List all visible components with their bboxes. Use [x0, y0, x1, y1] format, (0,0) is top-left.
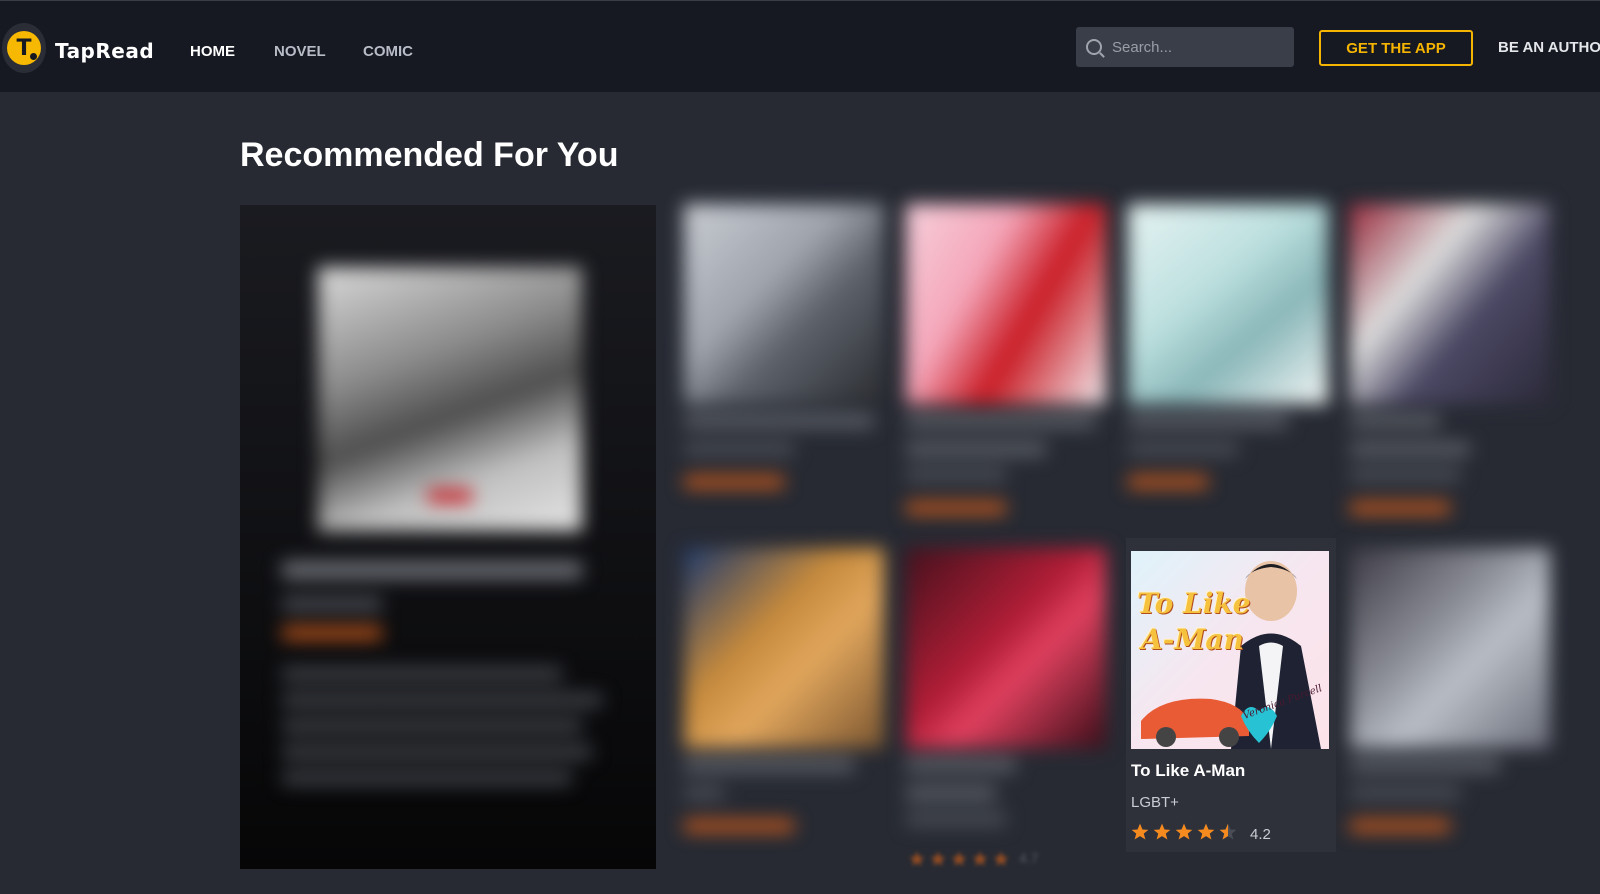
book-title-placeholder: [906, 442, 1046, 456]
book-card-blurred: [906, 548, 1106, 878]
star-icon: [950, 850, 968, 868]
book-cover: [1350, 548, 1550, 748]
star-icon: [1153, 823, 1171, 840]
book-title-placeholder: [1128, 414, 1288, 428]
book-title-placeholder: [906, 758, 1016, 772]
book-rating-placeholder: [1128, 476, 1208, 488]
book-card-blurred: [1350, 204, 1550, 534]
book-card-blurred: [1128, 204, 1328, 534]
book-card[interactable]: [684, 204, 884, 534]
logo[interactable]: T: [2, 23, 46, 73]
book-genre-placeholder: [684, 786, 724, 800]
book-genre-placeholder: [906, 812, 1006, 826]
book-title-placeholder: [906, 786, 996, 800]
nav-novel[interactable]: NOVEL: [274, 43, 326, 60]
book-rating-placeholder: [684, 820, 794, 832]
book-card-blurred: [684, 548, 884, 878]
book-title-placeholder: [1350, 758, 1500, 772]
logo-icon: T: [7, 31, 41, 65]
featured-rating-placeholder: [282, 627, 382, 639]
top-navigation-bar: T TapRead HOME NOVEL COMIC GET THE APP B…: [0, 0, 1600, 92]
star-icon: [908, 850, 926, 868]
book-cover: [906, 204, 1106, 404]
book-cover: [1350, 204, 1550, 404]
book-rating-placeholder: [906, 502, 1006, 514]
book-genre-placeholder: [1350, 468, 1460, 482]
highlighted-book-cover[interactable]: To Like A-Man Veronica Purcell: [1131, 551, 1329, 749]
book-genre-placeholder: [1128, 442, 1238, 456]
star-icon: [1197, 823, 1215, 840]
blurred-star-rating: 4.7: [908, 850, 1041, 868]
nav-comic[interactable]: COMIC: [363, 43, 413, 60]
book-card[interactable]: [1128, 204, 1328, 534]
book-title-placeholder: [906, 414, 1096, 428]
book-card[interactable]: [1350, 204, 1550, 534]
book-card-blurred: [684, 204, 884, 534]
featured-book-card[interactable]: [240, 205, 656, 869]
featured-desc-line: [282, 693, 602, 707]
book-card[interactable]: [906, 548, 1106, 878]
book-title-placeholder: [1350, 442, 1470, 456]
book-rating-placeholder: [1350, 820, 1450, 832]
brand-name[interactable]: TapRead: [55, 39, 154, 63]
section-title: Recommended For You: [240, 136, 619, 174]
book-card[interactable]: [906, 204, 1106, 534]
featured-desc-line: [282, 667, 562, 681]
book-cover: [906, 548, 1106, 748]
get-the-app-button[interactable]: GET THE APP: [1319, 30, 1473, 66]
featured-book-cover: [318, 267, 582, 531]
cover-title-line2: A-Man: [1141, 623, 1244, 656]
highlighted-book-genre[interactable]: LGBT+: [1131, 794, 1179, 811]
star-icon: [992, 850, 1010, 868]
star-icon: [1131, 823, 1149, 840]
featured-title-placeholder: [282, 561, 582, 579]
book-title-placeholder: [1350, 414, 1440, 428]
half-star-icon: [1219, 823, 1237, 840]
featured-genre-placeholder: [282, 597, 382, 611]
be-an-author-link[interactable]: BE AN AUTHO: [1498, 39, 1600, 56]
book-cover: [684, 548, 884, 748]
book-cover: [1128, 204, 1328, 404]
book-genre-placeholder: [906, 468, 1006, 482]
book-cover: [684, 204, 884, 404]
blurred-rating-value: 4.7: [1019, 850, 1039, 866]
search-icon: [1086, 39, 1102, 55]
cover-title-line1: To Like: [1137, 587, 1251, 620]
star-icon: [971, 850, 989, 868]
book-card-blurred: [906, 204, 1106, 534]
star-icon: [929, 850, 947, 868]
featured-blurred-content: [240, 205, 656, 869]
book-card-blurred: [1350, 548, 1550, 878]
book-title-placeholder: [684, 758, 854, 772]
book-card[interactable]: [684, 548, 884, 878]
star-icon: [1175, 823, 1193, 840]
rating-value: 4.2: [1250, 826, 1271, 843]
featured-desc-line: [282, 745, 592, 759]
featured-desc-line: [282, 719, 582, 733]
nav-home[interactable]: HOME: [190, 43, 235, 60]
highlighted-book-title[interactable]: To Like A-Man: [1131, 761, 1245, 781]
book-rating-placeholder: [684, 476, 784, 488]
search-input[interactable]: [1112, 38, 1272, 56]
featured-desc-line: [282, 771, 572, 785]
book-genre-placeholder: [1350, 786, 1460, 800]
book-title-placeholder: [684, 414, 874, 428]
search-box[interactable]: [1076, 27, 1294, 67]
book-card[interactable]: [1350, 548, 1550, 878]
book-genre-placeholder: [684, 442, 794, 456]
star-rating: [1130, 822, 1240, 842]
book-rating-placeholder: [1350, 502, 1450, 514]
